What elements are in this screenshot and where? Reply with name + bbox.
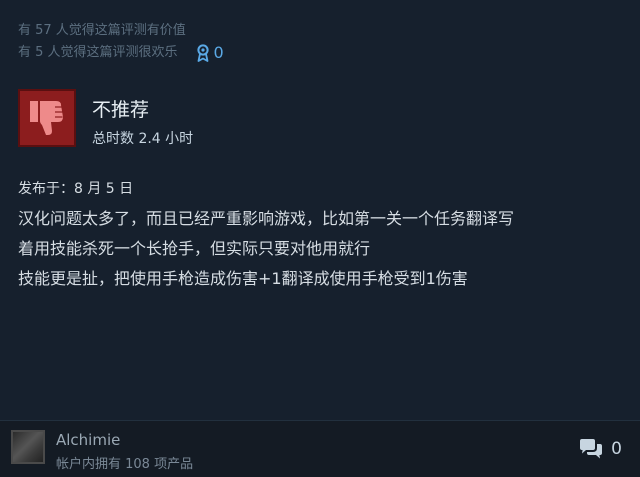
award-ribbon-icon	[196, 44, 209, 62]
review-footer: Alchimie 帐户内拥有 108 项产品 0	[0, 421, 640, 477]
review-card: 有 57 人觉得这篇评测有价值 有 5 人觉得这篇评测很欢乐 0 不推荐 总时数…	[0, 0, 640, 477]
author-name[interactable]: Alchimie	[56, 430, 120, 450]
useful-count-text: 有 57 人觉得这篇评测有价值	[18, 23, 186, 38]
review-body: 汉化问题太多了，而且已经严重影响游戏，比如第一关一个任务翻译写 着用技能杀死一个…	[18, 204, 626, 294]
funny-count-text: 有 5 人觉得这篇评测很欢乐	[18, 45, 178, 60]
posted-date: 发布于：8 月 5 日	[18, 181, 134, 197]
verdict-thumb-badge[interactable]	[18, 89, 76, 147]
award-button[interactable]: 0	[196, 42, 224, 64]
review-body-line: 技能更是扯，把使用手枪造成伤害+1翻译成使用手枪受到1伤害	[18, 269, 468, 288]
funny-count-row: 有 5 人觉得这篇评测很欢乐 0	[18, 42, 224, 64]
review-body-line: 着用技能杀死一个长抢手，但实际只要对他用就行	[18, 239, 371, 258]
author-avatar[interactable]	[11, 430, 45, 464]
comment-count: 0	[611, 439, 622, 459]
thumbs-down-icon	[30, 101, 63, 135]
comments-button[interactable]: 0	[579, 439, 622, 459]
review-verdict[interactable]: 不推荐	[92, 98, 149, 122]
author-product-count: 帐户内拥有 108 项产品	[56, 457, 194, 472]
useful-count-row: 有 57 人觉得这篇评测有价值	[18, 20, 224, 42]
helpfulness-summary: 有 57 人觉得这篇评测有价值 有 5 人觉得这篇评测很欢乐 0	[18, 20, 224, 64]
award-count: 0	[213, 43, 224, 62]
speech-bubbles-icon	[580, 439, 603, 459]
playtime-hours: 总时数 2.4 小时	[92, 131, 194, 147]
review-body-line: 汉化问题太多了，而且已经严重影响游戏，比如第一关一个任务翻译写	[18, 209, 515, 228]
